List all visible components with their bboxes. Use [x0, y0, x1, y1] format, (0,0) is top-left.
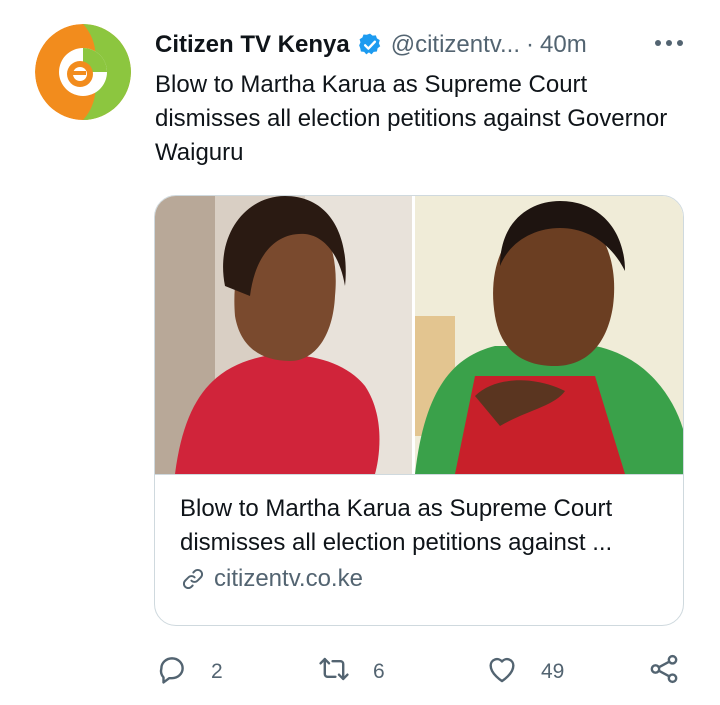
tweet-header: Citizen TV Kenya @citizentv... · 40m [155, 28, 690, 62]
like-count: 49 [541, 660, 565, 683]
reply-icon [155, 652, 189, 692]
share-icon [647, 652, 681, 692]
card-body: Blow to Martha Karua as Supreme Court di… [180, 492, 658, 596]
timestamp[interactable]: 40m [540, 31, 587, 59]
link-icon [180, 566, 206, 592]
like-button[interactable]: 49 [485, 650, 564, 694]
card-image [155, 196, 683, 475]
author-name[interactable]: Citizen TV Kenya [155, 31, 350, 59]
avatar[interactable] [35, 24, 131, 120]
heart-icon [485, 652, 519, 692]
retweet-count: 6 [373, 660, 385, 683]
author-handle[interactable]: @citizentv... [391, 31, 520, 59]
more-icon[interactable] [652, 26, 686, 60]
action-bar: 2 6 49 [155, 650, 687, 694]
reply-count: 2 [211, 660, 223, 683]
separator: · [526, 31, 534, 58]
reply-button[interactable]: 2 [155, 650, 223, 694]
share-button[interactable] [647, 650, 681, 694]
retweet-button[interactable]: 6 [317, 650, 385, 694]
tweet-text: Blow to Martha Karua as Supreme Court di… [155, 71, 668, 166]
card-domain: citizentv.co.ke [214, 565, 363, 592]
verified-badge-icon [357, 32, 383, 58]
retweet-icon [317, 652, 351, 692]
citizen-tv-logo [35, 24, 131, 120]
link-card[interactable]: Blow to Martha Karua as Supreme Court di… [154, 195, 684, 626]
card-title: Blow to Martha Karua as Supreme Court di… [180, 495, 613, 556]
card-domain-row: citizentv.co.ke [180, 562, 658, 596]
